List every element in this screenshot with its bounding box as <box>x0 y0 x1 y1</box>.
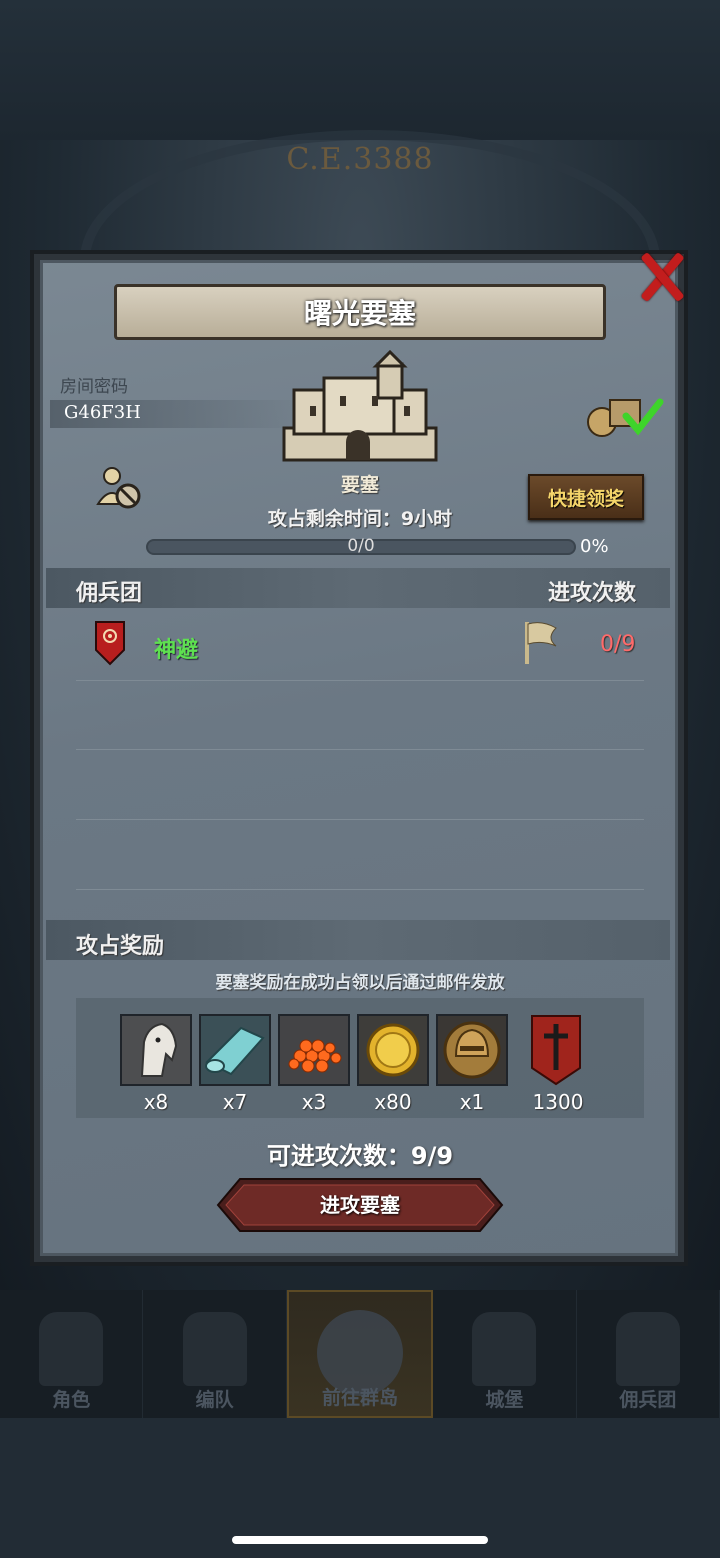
reward-qty: x3 <box>301 1090 327 1114</box>
ship-icon <box>615 1312 680 1386</box>
nav-tab-label: 城堡 <box>485 1389 524 1411</box>
guild-name[interactable]: 神避 <box>154 632 198 664</box>
row-divider <box>76 749 644 750</box>
dialog-title-banner: 曙光要塞 <box>114 284 606 340</box>
castle-icon <box>472 1312 537 1386</box>
cloth-icon[interactable] <box>199 1014 271 1086</box>
mercenary-header: 佣兵团 <box>76 581 143 606</box>
row-divider <box>76 680 644 681</box>
nav-tab-label: 角色 <box>52 1389 91 1411</box>
flag-icon <box>525 622 557 664</box>
room-code[interactable]: G46F3H <box>64 402 141 423</box>
nav-tab-islands[interactable]: 前往群岛 <box>286 1290 434 1418</box>
nav-tab-mercenary[interactable]: 佣兵团 <box>577 1290 720 1418</box>
nav-tab-castle[interactable]: 城堡 <box>433 1290 577 1418</box>
gold-coin-icon[interactable] <box>357 1014 429 1086</box>
reward-qty: x8 <box>143 1090 169 1114</box>
knight-icon <box>39 1312 104 1386</box>
nav-tab-formation[interactable]: 编队 <box>143 1290 287 1418</box>
attacks-available: 可进攻次数：9/9 <box>266 1142 454 1170</box>
helmet-coin-icon[interactable] <box>436 1014 508 1086</box>
nav-tab-character[interactable]: 角色 <box>0 1290 144 1418</box>
row-divider <box>76 819 644 820</box>
reward-bag-check-icon[interactable] <box>586 392 664 438</box>
top-bar-background <box>0 0 720 140</box>
reward-qty: x80 <box>374 1090 412 1114</box>
fortress-label: 要塞 <box>340 474 379 496</box>
nav-tab-label: 编队 <box>195 1389 234 1411</box>
reward-qty: x1 <box>459 1090 485 1114</box>
dialog-title: 曙光要塞 <box>303 297 416 330</box>
reward-qty: x7 <box>222 1090 248 1114</box>
era-label: C.E.3388 <box>286 142 434 177</box>
capture-progress-text: 0/0 <box>347 536 375 556</box>
rewards-note: 要塞奖励在成功占领以后通过邮件发放 <box>215 973 505 993</box>
close-icon[interactable] <box>636 250 688 302</box>
guild-shield-icon <box>95 621 125 666</box>
bottom-navigation: 角色 编队 前往群岛 城堡 佣兵团 <box>0 1290 720 1418</box>
helmet-icon <box>182 1312 247 1386</box>
capture-time-remaining: 攻占剩余时间：9小时 <box>267 508 453 530</box>
reward-qty: 1300 <box>532 1090 584 1114</box>
rewards-header: 攻占奖励 <box>76 934 165 959</box>
attack-fortress-label: 进攻要塞 <box>320 1193 400 1217</box>
fortress-icon <box>282 350 438 462</box>
horse-icon[interactable] <box>120 1014 192 1086</box>
roe-icon[interactable] <box>278 1014 350 1086</box>
home-indicator[interactable] <box>232 1536 488 1544</box>
nav-tab-label: 前往群岛 <box>322 1387 399 1409</box>
guild-attack-count: 0/9 <box>600 632 636 657</box>
capture-progress-percent: 0% <box>580 536 609 557</box>
sword-banner-icon[interactable] <box>528 1014 588 1086</box>
room-password-label: 房间密码 <box>60 377 128 397</box>
attack-fortress-button[interactable]: 进攻要塞 <box>216 1177 504 1233</box>
attack-count-header: 进攻次数 <box>548 581 637 606</box>
nav-tab-label: 佣兵团 <box>619 1389 677 1411</box>
row-divider <box>76 889 644 890</box>
